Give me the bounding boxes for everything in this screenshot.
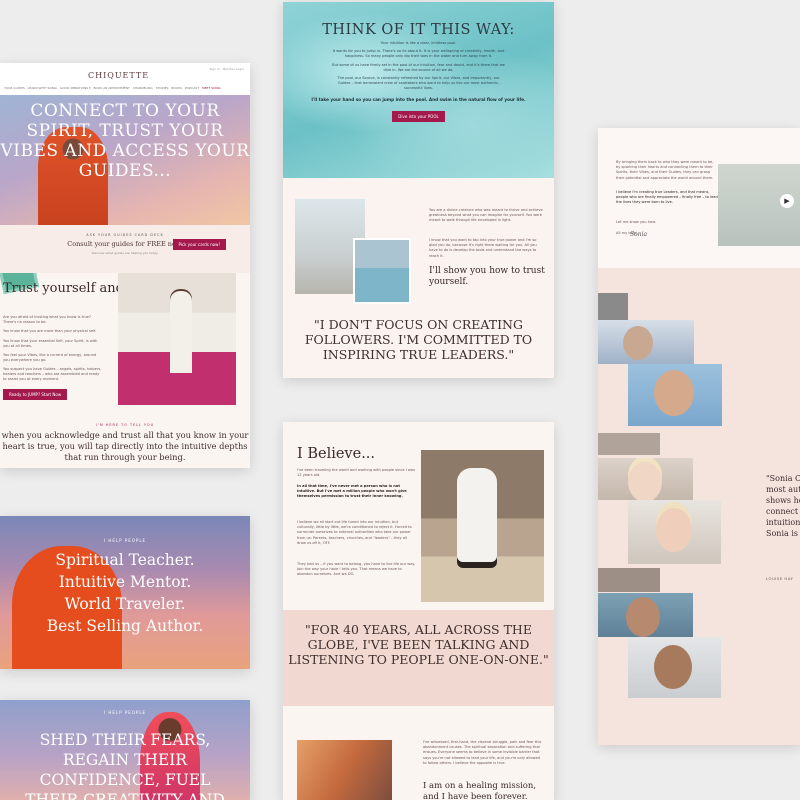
testimonial-author: LOUISE HAY <box>766 576 794 581</box>
testimonial-photo <box>628 364 722 426</box>
pool-paragraph: The pool, our Source, is constantly refr… <box>337 76 500 91</box>
nav-item[interactable]: STORIES <box>156 86 169 90</box>
testimonial-photo <box>598 320 694 364</box>
video-player[interactable]: ▶ <box>718 164 800 246</box>
pool-paragraph: It wants for you to jump in. There's no … <box>332 49 505 59</box>
trust-paragraph: You know that you are more than your phy… <box>3 329 97 333</box>
signature: Sonia <box>630 231 648 238</box>
about-paragraph: By bringing them back to who they were m… <box>616 160 714 180</box>
believe-title: I Believe... <box>297 446 376 462</box>
homepage-screenshot: CHIQUETTE Sign In Member Login YOUR GUID… <box>0 63 250 468</box>
trust-paragraph: Are you afraid of trusting what you know… <box>3 315 91 325</box>
shed-kicker: I HELP PEOPLE <box>103 710 147 715</box>
about-intro: By bringing them back to who they were m… <box>598 128 800 268</box>
testimonial-photo <box>598 458 693 500</box>
believe-paragraph: I've been traveling the world and workin… <box>297 468 415 478</box>
trust-paragraph: You feel your Vibes, like a current of e… <box>3 353 97 363</box>
shed-line: THEIR CREATIVITY AND <box>25 791 225 800</box>
side-paragraph: You are a divine creature who was meant … <box>429 208 543 223</box>
mission-text: I am on a healing mission, and I have be… <box>423 781 537 800</box>
account-links: Sign In Member Login <box>209 67 244 71</box>
testimonial-photo <box>628 500 721 564</box>
hero-banner: CONNECT TO YOUR SPIRIT, TRUST YOUR VIBES… <box>0 95 250 227</box>
shed-line: REGAIN THEIR <box>62 751 188 769</box>
trust-section: Trust yourself and jump. Are you afraid … <box>0 273 250 423</box>
dive-in-button[interactable]: Dive into your POOL <box>392 110 445 122</box>
here-to-tell-section: I'M HERE TO TELL YOU when you acknowledg… <box>0 423 250 463</box>
shed-line: SHED THEIR FEARS, <box>39 731 211 749</box>
site-header: CHIQUETTE Sign In Member Login YOUR GUID… <box>0 63 250 95</box>
nav-item[interactable]: LEARN WITH SONIA <box>28 86 57 90</box>
testimonial-photo <box>598 568 660 592</box>
pool-title: THINK OF IT THIS WAY: <box>322 22 515 38</box>
main-nav: YOUR GUIDES LEARN WITH SONIA GOOD VIBRAT… <box>4 86 221 90</box>
site-logo[interactable]: CHIQUETTE <box>88 71 149 80</box>
nav-item[interactable]: CHANNELING <box>133 86 153 90</box>
member-login-link[interactable]: Member Login <box>223 67 244 71</box>
roles-kicker: I HELP PEOPLE <box>103 538 147 543</box>
here-kicker: I'M HERE TO TELL YOU <box>95 423 155 427</box>
think-of-it-screenshot: THINK OF IT THIS WAY: Your intuition is … <box>283 2 554 378</box>
nav-item[interactable]: YOUR GUIDES <box>4 86 25 90</box>
show-you-text: I'll show you how to trust yourself. <box>429 266 545 287</box>
sign-in-link[interactable]: Sign In <box>209 67 219 71</box>
cta-subtext: Discover what guides are helping you tod… <box>91 251 159 255</box>
believe-paragraph: I believe we all start out life tuned in… <box>297 520 412 545</box>
believe-paragraph: They told us – if you want to belong, yo… <box>297 562 416 577</box>
here-text: when you acknowledge and trust all that … <box>1 430 249 462</box>
nav-item[interactable]: BOOKS <box>171 86 182 90</box>
about-paragraph: Let me show you how. <box>616 220 656 224</box>
pool-bold-text: I'll take your hand so you can jump into… <box>311 96 526 102</box>
role-line: Spiritual Teacher. <box>55 551 195 569</box>
pool-paragraph: Your intuition is like a clear, limitles… <box>380 41 457 45</box>
testimonial-quote: "Sonia Ch most auth shows ho connect w i… <box>766 474 800 538</box>
shed-line: CONFIDENCE, FUEL <box>39 771 211 789</box>
testimonial-photo <box>628 637 721 698</box>
believe-bold: In all that time, I've never met a perso… <box>297 484 407 499</box>
forty-years-quote: "FOR 40 YEARS, ALL ACROSS THE GLOBE, I'V… <box>288 622 549 667</box>
quote-band: "FOR 40 YEARS, ALL ACROSS THE GLOBE, I'V… <box>283 610 554 706</box>
i-believe-screenshot: I Believe... I've been traveling the wor… <box>283 422 554 800</box>
group-photo <box>297 740 392 800</box>
nav-item[interactable]: PODCAST <box>185 86 199 90</box>
cta-kicker: ASK YOUR GUIDES CARD DECK <box>86 233 164 237</box>
card-deck-cta: ASK YOUR GUIDES CARD DECK Consult your g… <box>0 225 250 273</box>
side-paragraph: I know that you want to tap into your tr… <box>429 238 537 258</box>
jump-button[interactable]: Ready to JUMP? Start Now <box>3 389 68 400</box>
shed-fears-banner: I HELP PEOPLE SHED THEIR FEARS, REGAIN T… <box>0 700 250 800</box>
testimonial-photo <box>598 293 628 323</box>
trust-paragraph: You know that your essential Self, your … <box>3 339 98 349</box>
about-paragraph: I believe I'm creating true Leaders, and… <box>616 190 718 205</box>
pool-paragraph: But some of us have firmly set in the po… <box>332 62 505 72</box>
nav-item[interactable]: MEET SONIA <box>202 86 221 90</box>
nav-item[interactable]: GOOD VIBRATIONS ▾ <box>60 86 91 90</box>
leaders-quote: "I DON'T FOCUS ON CREATING FOLLOWERS. I'… <box>304 317 533 362</box>
pick-cards-button[interactable]: Pick your cards now! <box>172 239 226 250</box>
seated-portrait-photo <box>421 450 544 602</box>
testimonial-photo <box>598 433 660 455</box>
role-line: World Traveler. <box>64 595 186 613</box>
nav-item[interactable]: BOOK AN APPOINTMENT <box>93 86 129 90</box>
roles-banner: I HELP PEOPLE Spiritual Teacher. Intuiti… <box>0 516 250 669</box>
role-line: Intuitive Mentor. <box>58 573 192 591</box>
infinity-pool-photo <box>353 238 411 304</box>
testimonial-photo <box>598 593 693 637</box>
trust-paragraph: You suspect you have Guides – angels, sp… <box>3 367 102 382</box>
pool-section: THINK OF IT THIS WAY: Your intuition is … <box>283 2 554 178</box>
hero-title: CONNECT TO YOUR SPIRIT, TRUST YOUR VIBES… <box>0 101 250 181</box>
witness-paragraph: I've witnessed, first-hand, the visceral… <box>423 740 542 765</box>
portrait-photo <box>118 273 236 405</box>
play-icon[interactable]: ▶ <box>780 194 794 208</box>
about-screenshot: By bringing them back to who they were m… <box>598 128 800 745</box>
role-line: Best Selling Author. <box>46 617 204 635</box>
